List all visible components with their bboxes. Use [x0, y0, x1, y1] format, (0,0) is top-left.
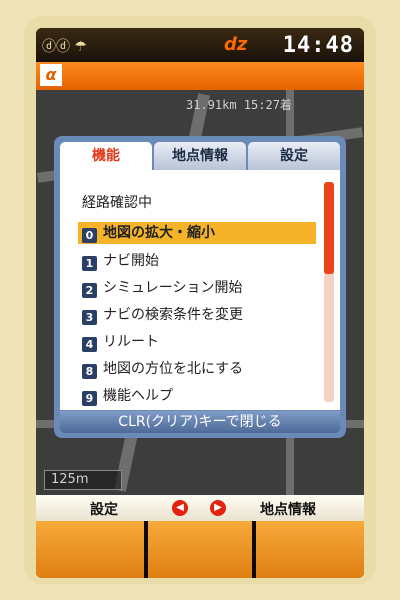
tab-location-info[interactable]: 地点情報	[154, 142, 246, 170]
touch-key-right[interactable]	[256, 521, 364, 578]
menu-item-north-up[interactable]: 8 地図の方位を北にする	[78, 358, 316, 380]
menu-item-start-navi[interactable]: 1 ナビ開始	[78, 250, 316, 272]
status-bar: ⓓⓓ ☂ dz 14:48	[36, 28, 364, 62]
key-badge: 0	[82, 228, 97, 243]
menu-item-reroute[interactable]: 4 リルート	[78, 331, 316, 353]
map-scale: 125m	[44, 470, 122, 490]
app-icon: α	[40, 64, 62, 86]
menu-item-zoom[interactable]: 0 地図の拡大・縮小	[78, 222, 316, 244]
menu-item-label: 地図の方位を北にする	[103, 361, 244, 377]
key-badge: 9	[82, 391, 97, 406]
menu-item-label: 地図の拡大・縮小	[103, 225, 215, 241]
route-distance-readout: 31.91km 15:27着	[186, 98, 292, 112]
app-title-bar: α	[36, 62, 364, 90]
tab-settings[interactable]: 設定	[248, 142, 340, 170]
menu-item-label: リルート	[103, 334, 159, 350]
touch-key-left[interactable]	[36, 521, 144, 578]
signal-icon: ⓓⓓ ☂	[42, 39, 88, 55]
tab-functions[interactable]: 機能	[60, 142, 152, 170]
clock: 14:48	[282, 33, 354, 58]
route-status-heading: 経路確認中	[82, 195, 152, 211]
menu-scrollbar[interactable]	[324, 182, 334, 402]
menu-item-label: シミュレーション開始	[103, 280, 243, 296]
scrollbar-thumb[interactable]	[324, 182, 334, 274]
key-badge: 2	[82, 283, 97, 298]
menu-item-help[interactable]: 9 機能ヘルプ	[78, 385, 316, 407]
menu-item-simulation[interactable]: 2 シミュレーション開始	[78, 277, 316, 299]
touch-key-center[interactable]	[148, 521, 252, 578]
menu-tabs: 機能 地点情報 設定	[60, 142, 340, 170]
menu-item-label: ナビの検索条件を変更	[103, 307, 243, 323]
key-badge: 3	[82, 310, 97, 325]
close-hint: CLR(クリア)キーで閉じる	[60, 411, 340, 433]
arrow-left-icon[interactable]: ◀	[172, 500, 188, 516]
menu-item-label: ナビ開始	[103, 253, 159, 269]
key-badge: 8	[82, 364, 97, 379]
carrier-logo: dz	[224, 34, 248, 55]
softkey-settings[interactable]: 設定	[90, 499, 118, 519]
menu-item-search-conditions[interactable]: 3 ナビの検索条件を変更	[78, 304, 316, 326]
menu-panel: 経路確認中 0 地図の拡大・縮小 1 ナビ開始 2 シミュレーション開始 3 ナビの検索…	[60, 170, 340, 410]
key-badge: 1	[82, 256, 97, 271]
menu-item-label: 機能ヘルプ	[103, 388, 173, 404]
arrow-right-icon[interactable]: ▶	[210, 500, 226, 516]
function-menu-popup: 機能 地点情報 設定 経路確認中 0 地図の拡大・縮小 1 ナビ開始 2 シミュレーシ…	[54, 136, 346, 438]
softkey-bar: 設定 ◀ ▶ 地点情報	[36, 495, 364, 521]
key-badge: 4	[82, 337, 97, 352]
softkey-location-info[interactable]: 地点情報	[260, 499, 316, 519]
phone-screen: ⓓⓓ ☂ dz 14:48 α 31.91km 15:27着 125m 機能 地…	[36, 28, 364, 578]
